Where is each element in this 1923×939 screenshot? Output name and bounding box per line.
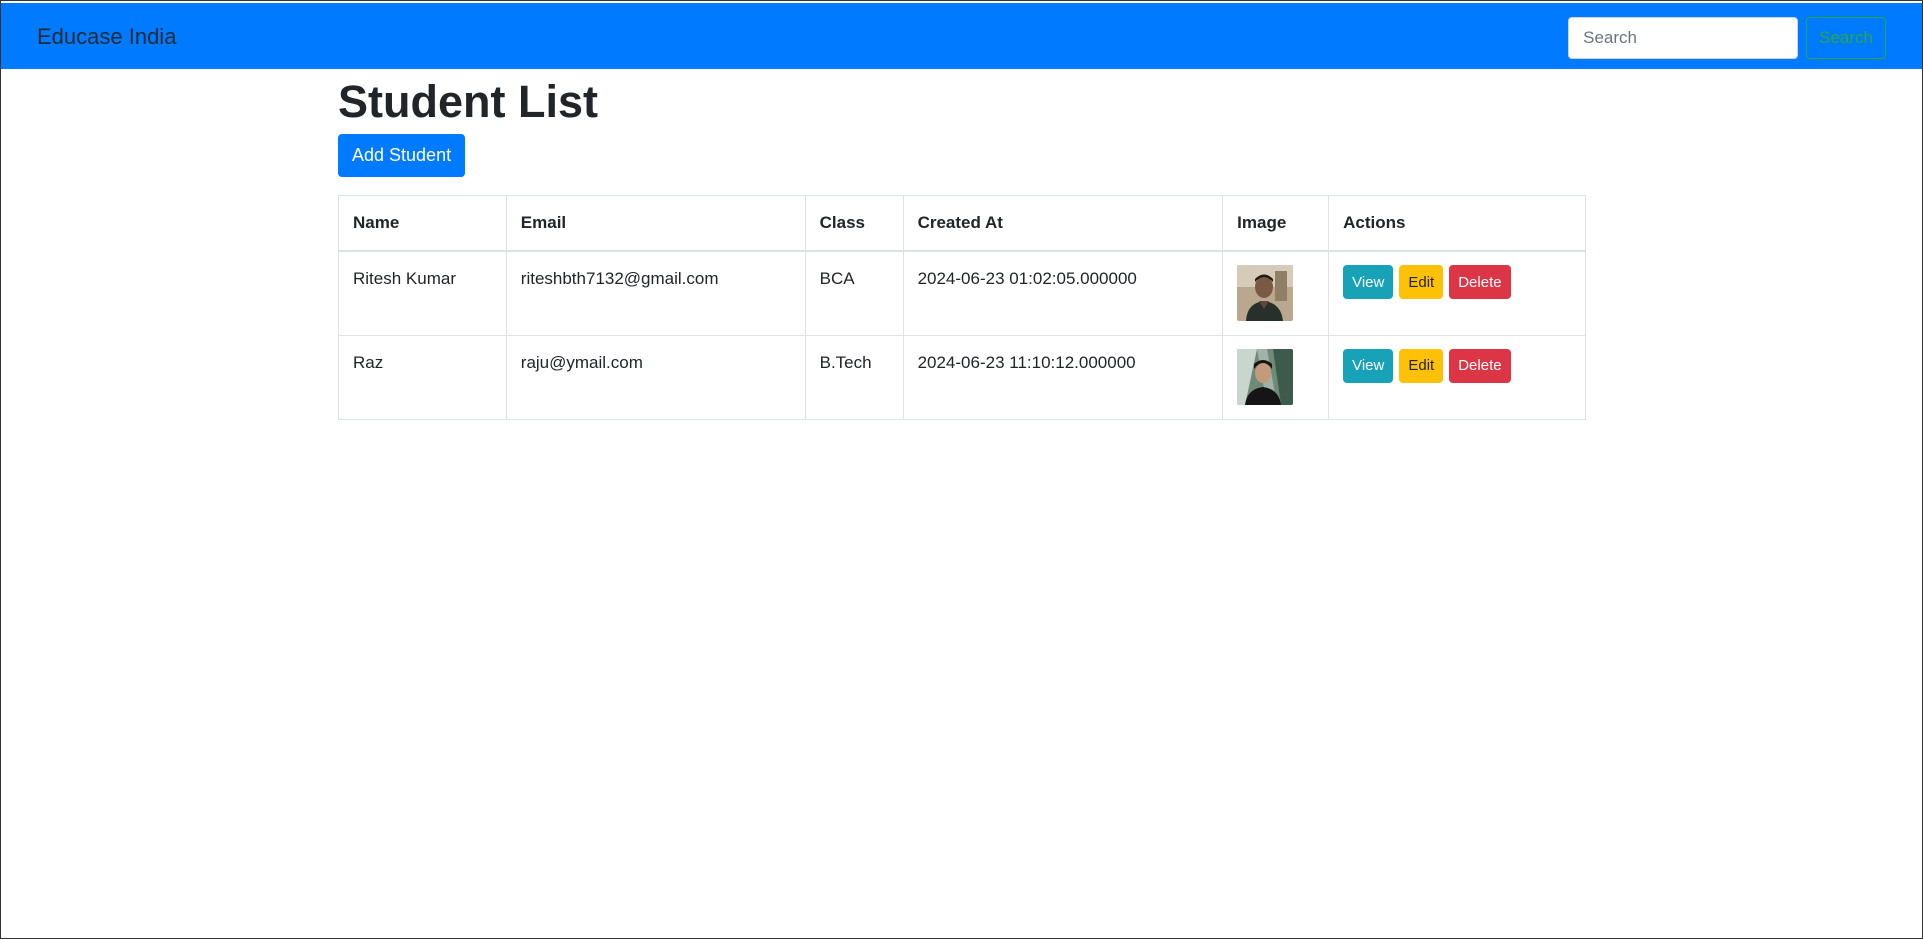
column-header-email: Email [505, 195, 806, 252]
table-row: Ritesh Kumar riteshbth7132@gmail.com BCA… [338, 250, 1586, 336]
view-button[interactable]: View [1343, 265, 1394, 299]
table-header: Name Email Class Created At Image Action… [338, 195, 1586, 252]
edit-button[interactable]: Edit [1399, 348, 1444, 383]
search-button[interactable]: Search [1806, 17, 1886, 59]
cell-created-at: 2024-06-23 01:02:05.000000 [902, 250, 1224, 336]
column-header-image: Image [1222, 195, 1330, 252]
cell-name: Raz [338, 334, 507, 420]
page-title: Student List [338, 76, 598, 127]
cell-name: Ritesh Kumar [338, 250, 507, 336]
search-input[interactable] [1568, 17, 1799, 59]
delete-button[interactable]: Delete [1449, 348, 1511, 383]
cell-actions: View Edit Delete [1328, 250, 1586, 336]
row-actions: View Edit Delete [1343, 348, 1571, 383]
student-photo [1237, 265, 1294, 321]
column-header-actions: Actions [1328, 195, 1586, 252]
cell-created-at: 2024-06-23 11:10:12.000000 [902, 334, 1224, 420]
column-header-created-at: Created At [902, 195, 1224, 252]
cell-email: riteshbth7132@gmail.com [505, 250, 806, 336]
edit-button[interactable]: Edit [1399, 265, 1444, 299]
search-form: Search [1568, 16, 1886, 60]
delete-button[interactable]: Delete [1449, 265, 1511, 299]
navbar: Educase India Search [1, 3, 1922, 69]
cell-class: B.Tech [804, 334, 904, 420]
row-actions: View Edit Delete [1343, 265, 1571, 299]
column-header-name: Name [338, 195, 507, 252]
student-table: Name Email Class Created At Image Action… [338, 195, 1586, 420]
student-photo [1237, 348, 1294, 405]
cell-image [1222, 334, 1330, 420]
table-row: Raz raju@ymail.com B.Tech 2024-06-23 11:… [338, 334, 1586, 420]
browser-viewport: Educase India Search Student List Add St… [0, 0, 1923, 939]
main-container: Student List Add Student Name Email Clas… [338, 69, 1586, 420]
add-student-button[interactable]: Add Student [338, 134, 466, 177]
view-button[interactable]: View [1343, 348, 1394, 383]
cell-actions: View Edit Delete [1328, 334, 1586, 420]
cell-email: raju@ymail.com [505, 334, 806, 420]
column-header-class: Class [804, 195, 904, 252]
cell-image [1222, 250, 1330, 336]
brand-link[interactable]: Educase India [37, 24, 176, 50]
cell-class: BCA [804, 250, 904, 336]
